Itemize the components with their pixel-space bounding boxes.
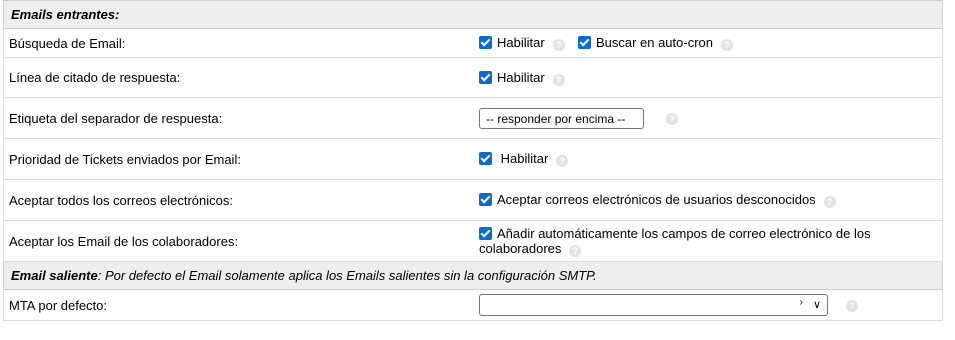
search-row: Búsqueda de Email: Habilitar? Buscar en … <box>3 28 943 58</box>
outgoing-header-row: Email saliente: Por defecto el Email sol… <box>3 261 943 290</box>
settings-table: Emails entrantes: Búsqueda de Email: Hab… <box>3 0 943 321</box>
search-label: Búsqueda de Email: <box>3 28 473 58</box>
search-enable-label: Habilitar <box>497 35 545 50</box>
help-icon[interactable]: ? <box>666 113 678 126</box>
accept-unknown-text: Aceptar correos electrónicos de usuarios… <box>497 192 816 207</box>
chevron-down-icon: ∨ <box>812 299 821 311</box>
collaborators-label: Aceptar los Email de los colaboradores: <box>3 220 473 262</box>
accept-all-label: Aceptar todos los correos electrónicos: <box>3 179 473 221</box>
help-icon[interactable]: ? <box>846 300 858 313</box>
collaborators-value: Añadir automáticamente los campos de cor… <box>473 220 943 262</box>
collaborators-row: Aceptar los Email de los colaboradores: … <box>3 220 943 262</box>
accept-unknown-checkbox[interactable] <box>479 193 492 206</box>
quote-value: Habilitar? <box>473 57 943 98</box>
priority-enable-checkbox[interactable] <box>479 152 492 165</box>
priority-row: Prioridad de Tickets enviados por Email:… <box>3 138 943 180</box>
outgoing-header-title: Email saliente <box>11 268 98 283</box>
outgoing-header: Email saliente: Por defecto el Email sol… <box>3 261 943 290</box>
search-value: Habilitar? Buscar en auto-cron? <box>473 28 943 58</box>
priority-value: Habilitar? <box>473 138 943 180</box>
select-indicator-icon: › <box>799 297 803 308</box>
mta-row: MTA por defecto: › ∨ ? <box>3 289 943 321</box>
priority-label: Prioridad de Tickets enviados por Email: <box>3 138 473 180</box>
help-icon[interactable]: ? <box>721 39 734 51</box>
help-icon[interactable]: ? <box>552 73 565 86</box>
accept-all-row: Aceptar todos los correos electrónicos: … <box>3 179 943 221</box>
autocron-label: Buscar en auto-cron <box>595 35 714 50</box>
collaborators-checkbox[interactable] <box>479 226 492 240</box>
accept-all-value: Aceptar correos electrónicos de usuarios… <box>473 179 943 221</box>
separator-value: -- responder por encima --? <box>473 97 943 139</box>
incoming-header: Emails entrantes: <box>3 0 943 29</box>
quote-label: Línea de citado de respuesta: <box>3 57 473 98</box>
quote-row: Línea de citado de respuesta: Habilitar? <box>3 57 943 98</box>
quote-enable-checkbox[interactable] <box>479 70 492 84</box>
priority-enable-label: Habilitar <box>500 151 549 166</box>
separator-input[interactable]: -- responder por encima -- <box>479 107 644 129</box>
help-icon[interactable]: ? <box>552 39 565 51</box>
help-icon[interactable]: ? <box>556 155 569 167</box>
mta-value: › ∨ ? <box>473 289 943 321</box>
mta-label: MTA por defecto: <box>3 289 473 321</box>
incoming-header-title: Emails entrantes: <box>11 7 120 22</box>
search-enable-checkbox[interactable] <box>479 36 492 49</box>
separator-row: Etiqueta del separador de respuesta: -- … <box>3 97 943 139</box>
collaborators-text: Añadir automáticamente los campos de cor… <box>479 225 871 256</box>
outgoing-header-note: : Por defecto el Email solamente aplica … <box>97 268 597 283</box>
help-icon[interactable]: ? <box>823 196 836 208</box>
separator-label: Etiqueta del separador de respuesta: <box>3 97 473 139</box>
quote-enable-label: Habilitar <box>497 69 545 85</box>
email-settings-panel: Emails entrantes: Búsqueda de Email: Hab… <box>3 0 943 321</box>
help-icon[interactable]: ? <box>569 244 582 257</box>
incoming-header-row: Emails entrantes: <box>3 0 943 29</box>
mta-select[interactable]: › ∨ <box>479 294 828 316</box>
autocron-checkbox[interactable] <box>577 36 591 49</box>
